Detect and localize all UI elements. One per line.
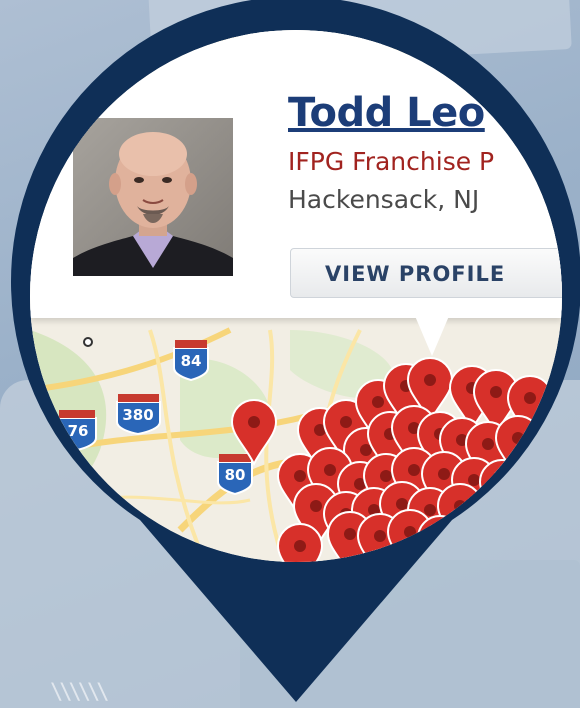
map-marker-dot [344, 528, 356, 540]
map-marker-dot [490, 386, 502, 398]
map-marker-dot [438, 468, 450, 480]
map-marker-dot [396, 498, 408, 510]
map-marker-dot [514, 514, 526, 526]
view-profile-button[interactable]: VIEW PROFILE [290, 248, 562, 298]
map-marker-dot [294, 540, 306, 552]
map-marker-dot [536, 444, 548, 456]
advisor-map-graphic: \\\\\\ 84 380 76 80 Todd Leo IFPG Franch… [0, 0, 580, 708]
highway-shield-76: 76 [57, 410, 97, 452]
advisor-title: IFPG Franchise P [288, 147, 495, 176]
map-marker-dot [454, 500, 466, 512]
advisor-name-link[interactable]: Todd Leo [288, 90, 485, 136]
profile-card: Todd Leo IFPG Franchise P Hackensack, NJ… [30, 30, 562, 318]
map-marker-dot [372, 396, 384, 408]
map-marker-dot [434, 532, 446, 544]
highway-shield-84: 84 [173, 340, 209, 382]
map-marker-dot [424, 374, 436, 386]
shield-380-label: 380 [122, 406, 153, 424]
map-marker-dot [424, 504, 436, 516]
highway-shield-80: 80 [217, 454, 253, 496]
map-marker-dot [380, 470, 392, 482]
map-marker-dot [408, 464, 420, 476]
shield-80-label: 80 [225, 466, 246, 484]
map-lens: 84 380 76 80 Todd Leo IFPG Franchise P H… [30, 30, 562, 562]
map-marker-dot [464, 530, 476, 542]
advisor-portrait-image [73, 118, 233, 276]
advisor-photo [73, 118, 233, 276]
card-pointer [415, 316, 449, 356]
map-marker-dot [484, 508, 496, 520]
advisor-location: Hackensack, NJ [288, 185, 480, 214]
map-marker-dot [482, 438, 494, 450]
map-marker-dot [324, 464, 336, 476]
map-marker-dot [248, 416, 260, 428]
map-marker-dot [340, 416, 352, 428]
shield-76-label: 76 [68, 422, 89, 440]
map-marker-dot [468, 474, 480, 486]
map-marker-dot [524, 480, 536, 492]
map-marker-dot [310, 500, 322, 512]
highway-shield-380: 380 [116, 394, 161, 436]
shield-84-label: 84 [181, 352, 202, 370]
map-marker-dot [294, 470, 306, 482]
map-marker-dot [524, 392, 536, 404]
map-marker-dot [404, 526, 416, 538]
map-marker-dot [496, 476, 508, 488]
map-marker-dot [374, 530, 386, 542]
